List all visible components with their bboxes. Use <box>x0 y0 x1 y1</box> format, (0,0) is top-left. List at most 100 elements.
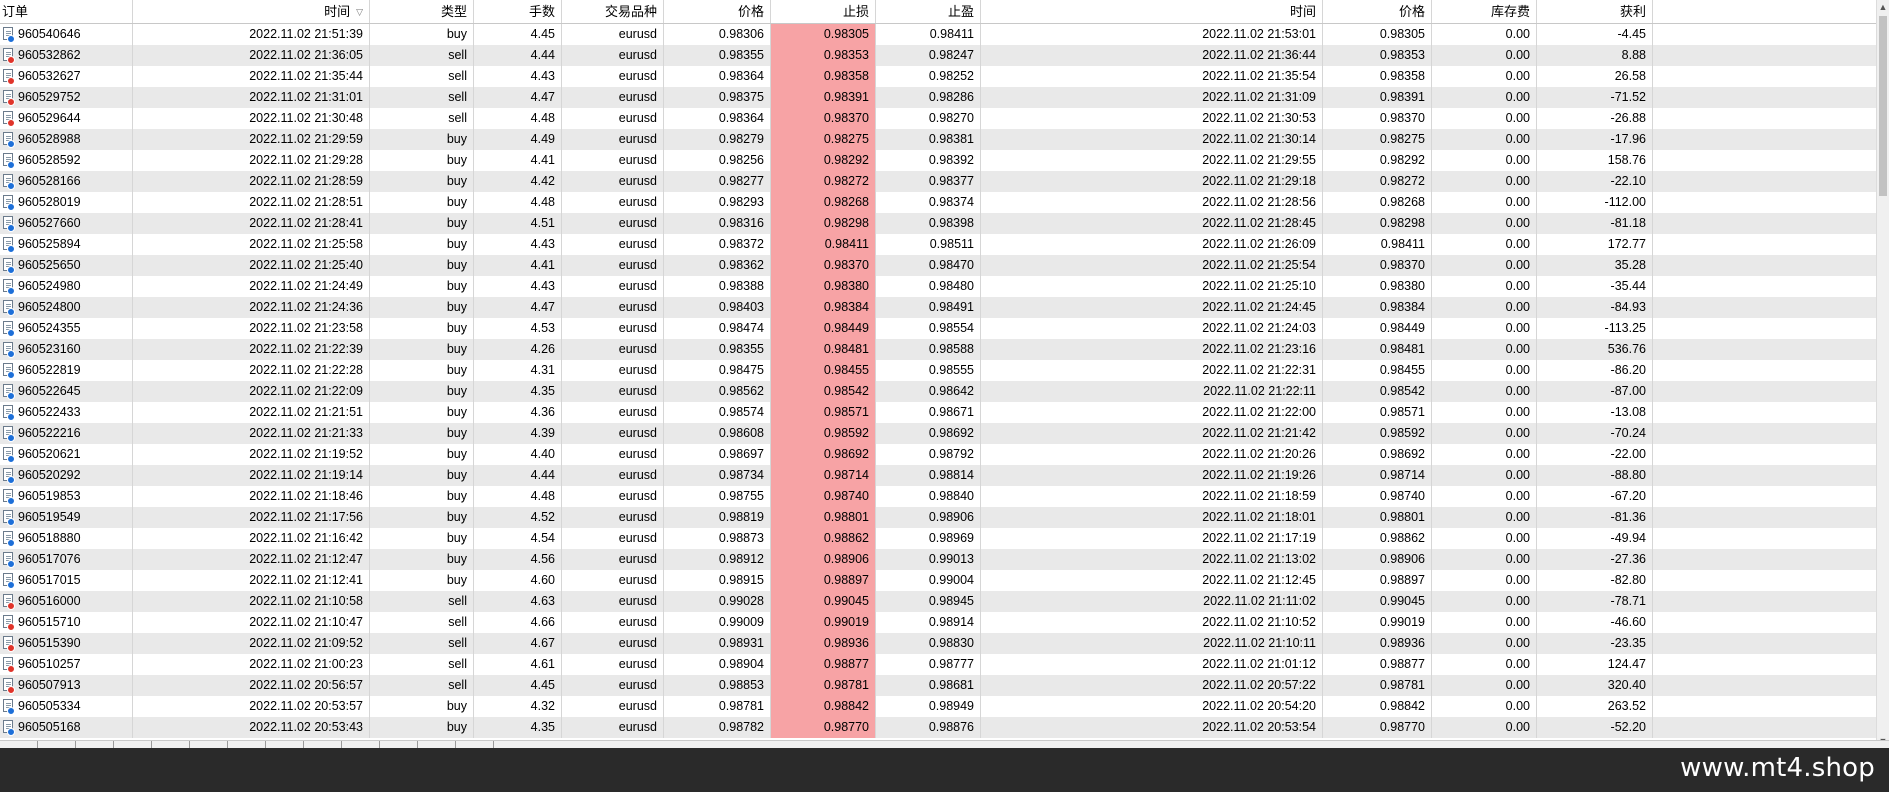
order-number: 960529752 <box>18 90 81 104</box>
table-row[interactable]: 960520621 2022.11.02 21:19:52 buy 4.40 eurus… <box>0 444 1889 465</box>
cell-take-profit: 0.98480 <box>876 276 981 297</box>
table-row[interactable]: 960522645 2022.11.02 21:22:09 buy 4.35 eurus… <box>0 381 1889 402</box>
scroll-up-arrow-icon[interactable]: ▲ <box>1877 0 1889 14</box>
cell-stop-loss: 0.98770 <box>771 717 876 738</box>
table-row[interactable]: 960528592 2022.11.02 21:29:28 buy 4.41 eurus… <box>0 150 1889 171</box>
column-header-profit[interactable]: 获利 <box>1537 0 1653 23</box>
cell-close-time: 2022.11.02 21:28:56 <box>981 192 1323 213</box>
column-header-close-price[interactable]: 价格 <box>1323 0 1432 23</box>
column-header-lots[interactable]: 手数 <box>474 0 562 23</box>
cell-type: buy <box>370 339 474 360</box>
cell-symbol: eurusd <box>562 633 664 654</box>
table-row[interactable]: 960520292 2022.11.02 21:19:14 buy 4.44 eurus… <box>0 465 1889 486</box>
vertical-scrollbar[interactable]: ▲ ▼ <box>1876 0 1889 748</box>
table-row[interactable]: 960532627 2022.11.02 21:35:44 sell 4.43 euru… <box>0 66 1889 87</box>
cell-order: 960525894 <box>0 234 133 255</box>
table-row[interactable]: 960525650 2022.11.02 21:25:40 buy 4.41 eurus… <box>0 255 1889 276</box>
column-header-open-price[interactable]: 价格 <box>664 0 771 23</box>
table-row[interactable]: 960515710 2022.11.02 21:10:47 sell 4.66 euru… <box>0 612 1889 633</box>
column-header-take-profit[interactable]: 止盈 <box>876 0 981 23</box>
terminal-tab[interactable] <box>114 741 152 748</box>
cell-open-price: 0.98782 <box>664 717 771 738</box>
cell-take-profit: 0.98949 <box>876 696 981 717</box>
cell-stop-loss: 0.98305 <box>771 24 876 45</box>
scrollbar-thumb[interactable] <box>1879 16 1887 196</box>
terminal-tab[interactable] <box>0 741 38 748</box>
column-header-close-time[interactable]: 时间 <box>981 0 1323 23</box>
cell-lots: 4.44 <box>474 465 562 486</box>
cell-type: buy <box>370 465 474 486</box>
table-row[interactable]: 960515390 2022.11.02 21:09:52 sell 4.67 euru… <box>0 633 1889 654</box>
column-header-order[interactable]: 订单 <box>0 0 133 23</box>
table-row[interactable]: 960517015 2022.11.02 21:12:41 buy 4.60 eurus… <box>0 570 1889 591</box>
column-header-swap[interactable]: 库存费 <box>1432 0 1537 23</box>
table-row[interactable]: 960517076 2022.11.02 21:12:47 buy 4.56 eurus… <box>0 549 1889 570</box>
column-header-symbol[interactable]: 交易品种 <box>562 0 664 23</box>
terminal-tab[interactable] <box>342 741 380 748</box>
column-header-comment[interactable]: 注释 <box>1653 0 1889 23</box>
column-header-open-time[interactable]: 时间 ▽ <box>133 0 370 23</box>
terminal-tab[interactable] <box>418 741 456 748</box>
table-row[interactable]: 960528019 2022.11.02 21:28:51 buy 4.48 eurus… <box>0 192 1889 213</box>
table-row[interactable]: 960523160 2022.11.02 21:22:39 buy 4.26 eurus… <box>0 339 1889 360</box>
table-row[interactable]: 960510257 2022.11.02 21:00:23 sell 4.61 euru… <box>0 654 1889 675</box>
sell-order-icon <box>2 111 15 127</box>
terminal-tab[interactable] <box>266 741 304 748</box>
cell-swap: 0.00 <box>1432 654 1537 675</box>
cell-symbol: eurusd <box>562 423 664 444</box>
table-row[interactable]: 960528988 2022.11.02 21:29:59 buy 4.49 eurus… <box>0 129 1889 150</box>
cell-profit: -22.00 <box>1537 444 1653 465</box>
table-row[interactable]: 960522819 2022.11.02 21:22:28 buy 4.31 eurus… <box>0 360 1889 381</box>
cell-open-price: 0.98873 <box>664 528 771 549</box>
terminal-tab[interactable] <box>38 741 76 748</box>
column-header-stop-loss[interactable]: 止损 <box>771 0 876 23</box>
column-header-type[interactable]: 类型 <box>370 0 474 23</box>
terminal-tab[interactable] <box>380 741 418 748</box>
table-row[interactable]: 960524355 2022.11.02 21:23:58 buy 4.53 eurus… <box>0 318 1889 339</box>
terminal-tab[interactable] <box>76 741 114 748</box>
cell-close-time: 2022.11.02 21:01:12 <box>981 654 1323 675</box>
table-row[interactable]: 960524980 2022.11.02 21:24:49 buy 4.43 eurus… <box>0 276 1889 297</box>
table-row[interactable]: 960522216 2022.11.02 21:21:33 buy 4.39 eurus… <box>0 423 1889 444</box>
cell-open-time: 2022.11.02 21:29:28 <box>133 150 370 171</box>
cell-close-price: 0.98272 <box>1323 171 1432 192</box>
table-row[interactable]: 960519549 2022.11.02 21:17:56 buy 4.52 eurus… <box>0 507 1889 528</box>
table-row[interactable]: 960522433 2022.11.02 21:21:51 buy 4.36 eurus… <box>0 402 1889 423</box>
table-row[interactable]: 960527660 2022.11.02 21:28:41 buy 4.51 eurus… <box>0 213 1889 234</box>
terminal-tab[interactable] <box>190 741 228 748</box>
terminal-tab[interactable] <box>228 741 266 748</box>
table-row[interactable]: 960518880 2022.11.02 21:16:42 buy 4.54 eurus… <box>0 528 1889 549</box>
table-row[interactable]: 960529644 2022.11.02 21:30:48 sell 4.48 euru… <box>0 108 1889 129</box>
watermark-url: www.mt4.shop <box>1680 753 1875 783</box>
table-row[interactable]: 960540646 2022.11.02 21:51:39 buy 4.45 eurus… <box>0 24 1889 45</box>
cell-profit: -35.44 <box>1537 276 1653 297</box>
table-row[interactable]: 960505168 2022.11.02 20:53:43 buy 4.35 eurus… <box>0 717 1889 738</box>
table-row[interactable]: 960524800 2022.11.02 21:24:36 buy 4.47 eurus… <box>0 297 1889 318</box>
table-row[interactable]: 960528166 2022.11.02 21:28:59 buy 4.42 eurus… <box>0 171 1889 192</box>
cell-comment: HGL[sl] <box>1653 507 1889 528</box>
cell-close-price: 0.99045 <box>1323 591 1432 612</box>
cell-profit: -27.36 <box>1537 549 1653 570</box>
cell-close-price: 0.98411 <box>1323 234 1432 255</box>
buy-order-icon <box>2 447 15 463</box>
cell-open-price: 0.98475 <box>664 360 771 381</box>
cell-lots: 4.43 <box>474 276 562 297</box>
cell-close-time: 2022.11.02 21:36:44 <box>981 45 1323 66</box>
buy-order-icon <box>2 552 15 568</box>
cell-stop-loss: 0.98358 <box>771 66 876 87</box>
cell-close-price: 0.98692 <box>1323 444 1432 465</box>
table-row[interactable]: 960516000 2022.11.02 21:10:58 sell 4.63 euru… <box>0 591 1889 612</box>
table-row[interactable]: 960507913 2022.11.02 20:56:57 sell 4.45 euru… <box>0 675 1889 696</box>
cell-order: 960522216 <box>0 423 133 444</box>
terminal-tab[interactable] <box>304 741 342 748</box>
terminal-tab[interactable] <box>456 741 494 748</box>
table-row[interactable]: 960532862 2022.11.02 21:36:05 sell 4.44 euru… <box>0 45 1889 66</box>
cell-swap: 0.00 <box>1432 192 1537 213</box>
table-row[interactable]: 960519853 2022.11.02 21:18:46 buy 4.48 eurus… <box>0 486 1889 507</box>
cell-close-time: 2022.11.02 21:53:01 <box>981 24 1323 45</box>
table-row[interactable]: 960525894 2022.11.02 21:25:58 buy 4.43 eurus… <box>0 234 1889 255</box>
terminal-tab[interactable] <box>152 741 190 748</box>
cell-close-price: 0.98862 <box>1323 528 1432 549</box>
table-row[interactable]: 960505334 2022.11.02 20:53:57 buy 4.32 eurus… <box>0 696 1889 717</box>
table-row[interactable]: 960529752 2022.11.02 21:31:01 sell 4.47 euru… <box>0 87 1889 108</box>
